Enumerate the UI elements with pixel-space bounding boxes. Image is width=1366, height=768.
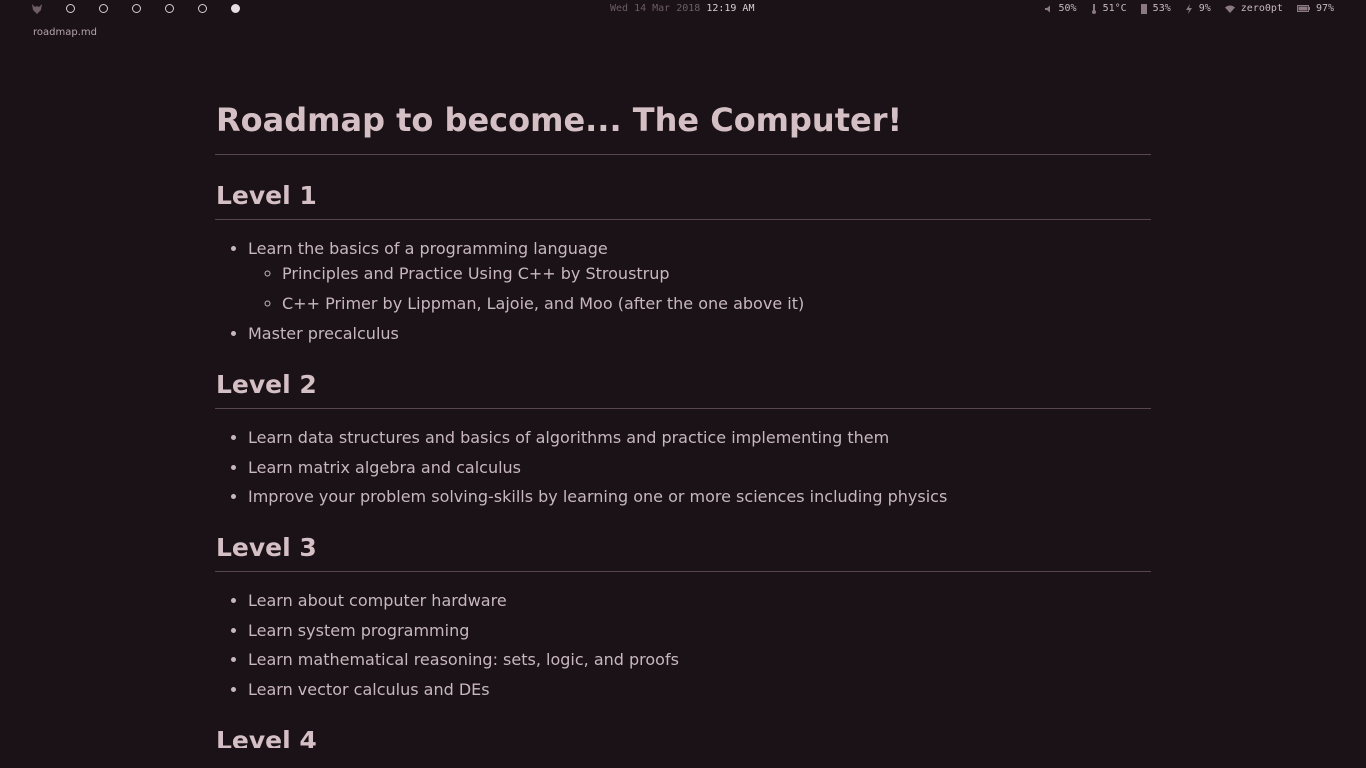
fox-icon[interactable] [31,3,43,15]
clock-date: Wed 14 Mar 2018 [610,3,701,14]
level-2-list: Learn data structures and basics of algo… [215,427,1151,507]
temperature-value: 51°C [1102,3,1127,14]
sub-list: Principles and Practice Using C++ by Str… [248,263,1151,314]
workspace-1[interactable] [66,4,75,13]
workspace-5[interactable] [198,4,207,13]
sub-list-item: C++ Primer by Lippman, Lajoie, and Moo (… [282,293,1151,314]
list-item: Learn matrix algebra and calculus [248,457,1151,478]
network-name: zero0pt [1240,3,1283,14]
list-item-text: Learn the basics of a programming langua… [248,239,608,258]
list-item: Learn data structures and basics of algo… [248,427,1151,448]
memory-value: 53% [1152,3,1171,14]
clock-time: 12:19 AM [706,3,755,14]
workspace-2[interactable] [99,4,108,13]
battery-value: 97% [1315,3,1334,14]
speaker-icon [1044,5,1050,12]
list-item: Learn mathematical reasoning: sets, logi… [248,649,1151,670]
system-status: 50% 51°C 53% 9% zero0pt 97% [1044,3,1334,14]
document-title: Roadmap to become... The Computer! [215,96,1151,155]
volume-value: 50% [1058,3,1077,14]
sub-list-item: Principles and Practice Using C++ by Str… [282,263,1151,284]
workspace-6-active[interactable] [231,4,240,13]
list-item: Improve your problem solving-skills by l… [248,486,1151,507]
section-heading-level-4: Level 4 [215,722,1151,749]
battery-status: 97% [1296,3,1334,14]
memory-status: 53% [1140,3,1171,14]
list-item: Learn system programming [248,620,1151,641]
wifi-icon [1224,5,1235,13]
network-status[interactable]: zero0pt [1224,3,1283,14]
markdown-preview: Roadmap to become... The Computer! Level… [215,96,1151,748]
memory-icon [1140,3,1147,14]
workspace-4[interactable] [165,4,174,13]
cpu-status: 9% [1185,3,1211,14]
clock: Wed 14 Mar 2018 12:19 AM [610,3,754,14]
battery-icon [1296,5,1310,12]
workspace-3[interactable] [132,4,141,13]
level-4-section: Level 4 [215,722,1151,749]
list-item: Master precalculus [248,323,1151,344]
editor-filename: roadmap.md [33,27,97,38]
level-1-list: Learn the basics of a programming langua… [215,238,1151,344]
section-heading-level-1: Level 1 [215,177,1151,220]
cpu-value: 9% [1198,3,1211,14]
section-heading-level-3: Level 3 [215,529,1151,572]
cpu-icon [1185,3,1192,14]
level-3-list: Learn about computer hardware Learn syst… [215,590,1151,700]
volume-status[interactable]: 50% [1044,3,1077,14]
top-status-bar: Wed 14 Mar 2018 12:19 AM 50% 51°C 53% 9% … [0,0,1366,20]
list-item: Learn the basics of a programming langua… [248,238,1151,314]
section-heading-level-2: Level 2 [215,366,1151,409]
list-item: Learn vector calculus and DEs [248,679,1151,700]
list-item: Learn about computer hardware [248,590,1151,611]
thermometer-icon [1091,3,1096,14]
temperature-status: 51°C [1091,3,1127,14]
